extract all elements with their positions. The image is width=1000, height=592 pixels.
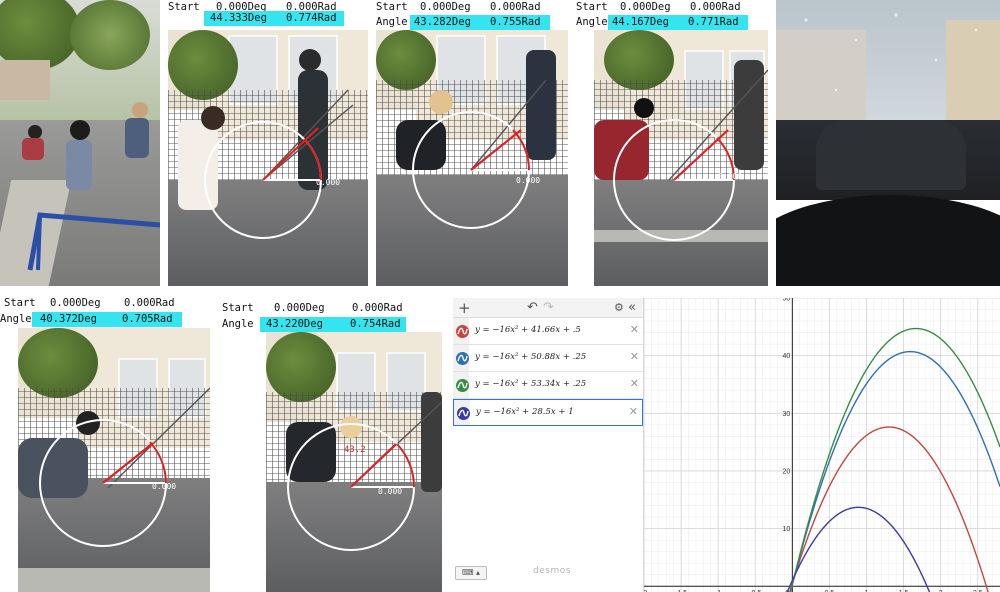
- redo-button[interactable]: ↷: [543, 300, 554, 316]
- parabola-curve: [789, 350, 1000, 592]
- angle-readout: Start 0.000Deg 0.000Rad Angle 43.282Deg …: [376, 0, 568, 30]
- y-tick-label: 20: [783, 468, 791, 475]
- svg-text:0.000: 0.000: [316, 178, 340, 187]
- expression-input[interactable]: y = −16x² + 53.34x + .25: [475, 379, 586, 389]
- angle-readout: Start 0.000Deg 0.000Rad Angle 43.220Deg …: [220, 296, 442, 332]
- protractor-overlay: 0.000: [178, 49, 354, 239]
- expression-input[interactable]: y = −16x² + 41.66x + .5: [475, 325, 581, 335]
- photo-panel-2: Start 0.000Deg 0.000Rad 44.333Deg 0.774R…: [168, 0, 368, 286]
- desmos-expression-panel: + ↶ ↷ ⚙ « y = −16x² + 41.66x + .5 ✕ y = −1…: [453, 298, 644, 592]
- keyboard-toggle-button[interactable]: ⌨ ▴: [455, 566, 487, 580]
- raindrops-illustration: [804, 13, 978, 92]
- expression-input[interactable]: y = −16x² + 28.5x + 1: [476, 407, 574, 417]
- delete-expression-icon[interactable]: ✕: [629, 405, 638, 418]
- angle-readout: Start 0.000Deg 0.000Rad 44.333Deg 0.774R…: [168, 0, 368, 30]
- desmos-graph[interactable]: -2-1.5-1-0.500.511.522.51020304050: [641, 296, 1000, 592]
- delete-expression-icon[interactable]: ✕: [630, 323, 639, 336]
- desmos-toolbar: + ↶ ↷ ⚙ «: [453, 298, 643, 318]
- railing-illustration: [22, 102, 160, 271]
- protractor-overlay: 43.2 0.000: [286, 392, 442, 551]
- undo-button[interactable]: ↶: [527, 300, 538, 316]
- protractor-overlay: 0.000: [594, 60, 768, 241]
- expression-row[interactable]: y = −16x² + 53.34x + .25 ✕: [453, 372, 643, 399]
- delete-expression-icon[interactable]: ✕: [630, 350, 639, 363]
- collapse-panel-button[interactable]: «: [628, 300, 636, 316]
- y-tick-label: 40: [783, 353, 791, 360]
- svg-text:0.000: 0.000: [516, 176, 540, 185]
- curve-color-icon[interactable]: [457, 407, 470, 420]
- photo-panel-6: Start 0.000Deg 0.000Rad Angle 40.372Deg …: [0, 296, 210, 592]
- expression-row[interactable]: y = −16x² + 41.66x + .5 ✕: [453, 318, 643, 345]
- parabola-curve: [789, 327, 1000, 592]
- delete-expression-icon[interactable]: ✕: [630, 377, 639, 390]
- add-expression-button[interactable]: +: [458, 300, 471, 316]
- parabola-chart[interactable]: -2-1.5-1-0.500.511.522.51020304050: [641, 296, 1000, 592]
- photo-car-windshield: [776, 0, 1000, 286]
- parabola-curve: [788, 426, 989, 592]
- expression-row[interactable]: y = −16x² + 28.5x + 1 ✕: [453, 399, 643, 426]
- photo-panel-4: Start 0.000Deg 0.000Rad Angle 44.167Deg …: [576, 0, 768, 286]
- y-tick-label: 30: [783, 411, 791, 418]
- angle-readout: Start 0.000Deg 0.000Rad Angle 40.372Deg …: [0, 296, 210, 328]
- angle-readout: Start 0.000Deg 0.000Rad Angle 44.167Deg …: [576, 0, 768, 30]
- desmos-logo: desmos: [533, 566, 571, 576]
- protractor-overlay: 0.000: [18, 387, 210, 547]
- protractor-overlay: 0.000: [396, 50, 556, 229]
- expression-row[interactable]: y = −16x² + 50.88x + .25 ✕: [453, 345, 643, 372]
- svg-text:43.2: 43.2: [344, 445, 366, 455]
- photo-panel-3: Start 0.000Deg 0.000Rad Angle 43.282Deg …: [376, 0, 568, 286]
- expression-input[interactable]: y = −16x² + 50.88x + .25: [475, 352, 586, 362]
- gear-icon[interactable]: ⚙: [614, 300, 624, 316]
- expression-list: y = −16x² + 41.66x + .5 ✕ y = −16x² + 50.8…: [453, 318, 643, 426]
- photo-students-walking: [0, 0, 160, 286]
- curve-color-icon[interactable]: [456, 325, 469, 338]
- svg-text:0.000: 0.000: [378, 487, 402, 496]
- y-tick-label: 10: [783, 526, 791, 533]
- svg-text:0.000: 0.000: [152, 482, 176, 491]
- svg-text:0.000: 0.000: [718, 172, 742, 181]
- curve-color-icon[interactable]: [456, 352, 469, 365]
- curve-color-icon[interactable]: [456, 379, 469, 392]
- y-tick-label: 50: [783, 298, 791, 303]
- photo-panel-7: Start 0.000Deg 0.000Rad Angle 43.220Deg …: [220, 296, 442, 592]
